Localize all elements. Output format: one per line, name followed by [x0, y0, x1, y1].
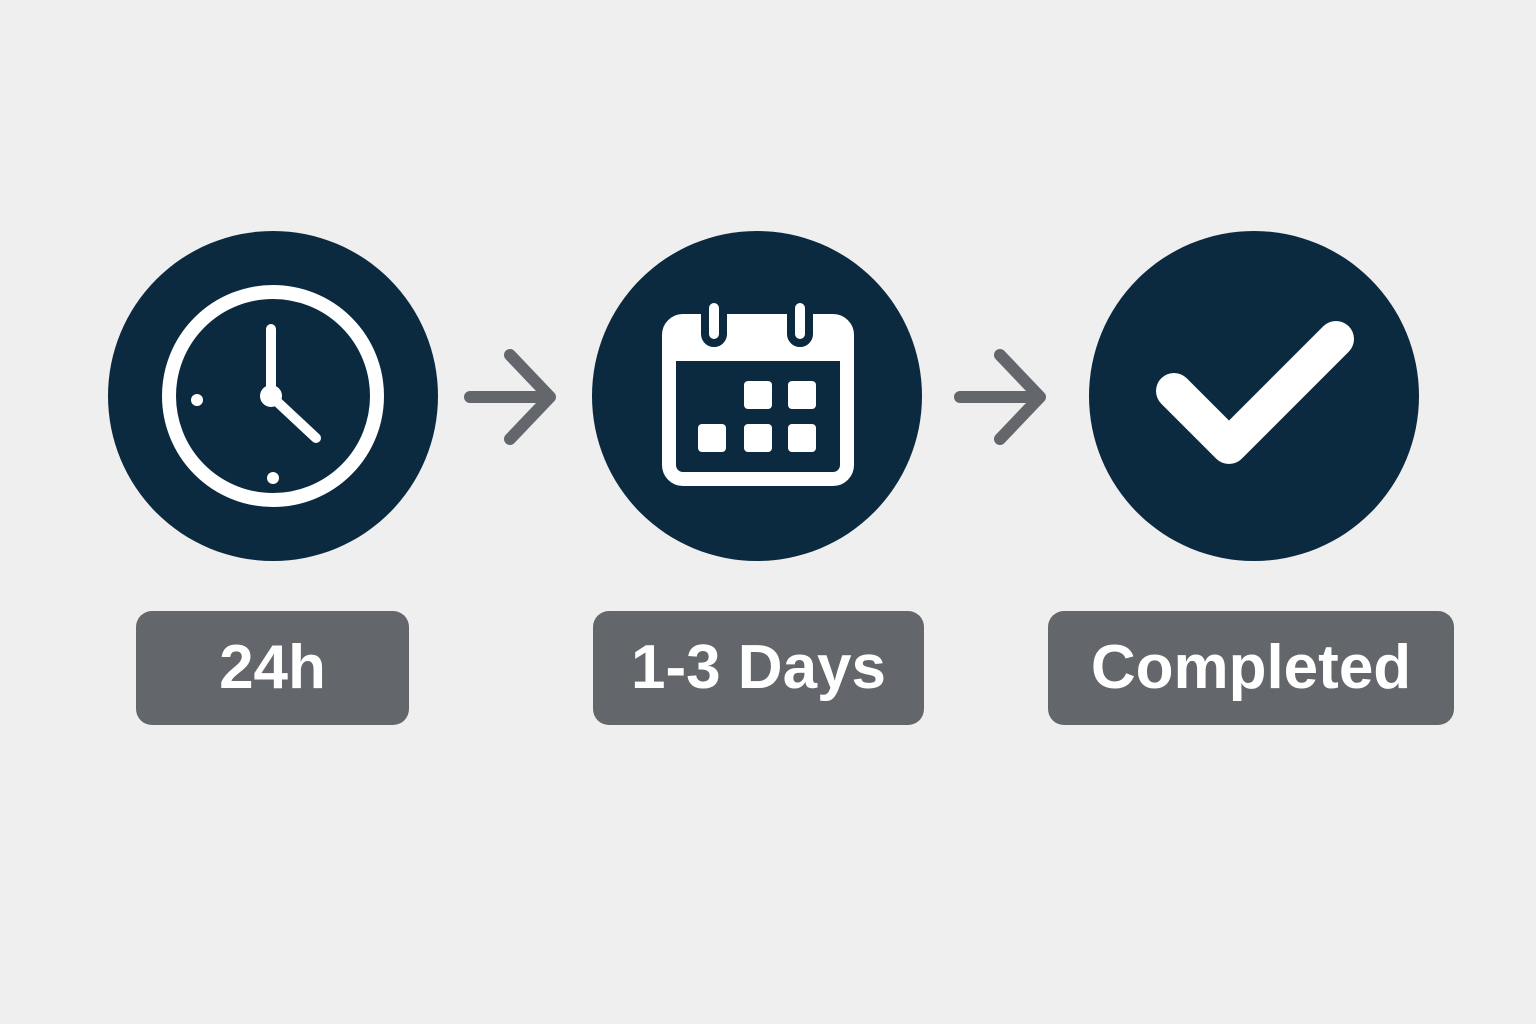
step-3-label: Completed	[1048, 611, 1454, 725]
step-1-label: 24h	[136, 611, 409, 725]
calendar-icon	[662, 295, 854, 486]
step-2-circle	[592, 231, 922, 561]
step-2-label: 1-3 Days	[593, 611, 924, 725]
clock-icon	[162, 285, 384, 507]
step-3-circle	[1089, 231, 1419, 561]
arrow-right-icon	[464, 349, 556, 445]
step-1-circle	[108, 231, 438, 561]
checkmark-icon	[1156, 321, 1354, 464]
arrow-right-icon	[954, 349, 1046, 445]
